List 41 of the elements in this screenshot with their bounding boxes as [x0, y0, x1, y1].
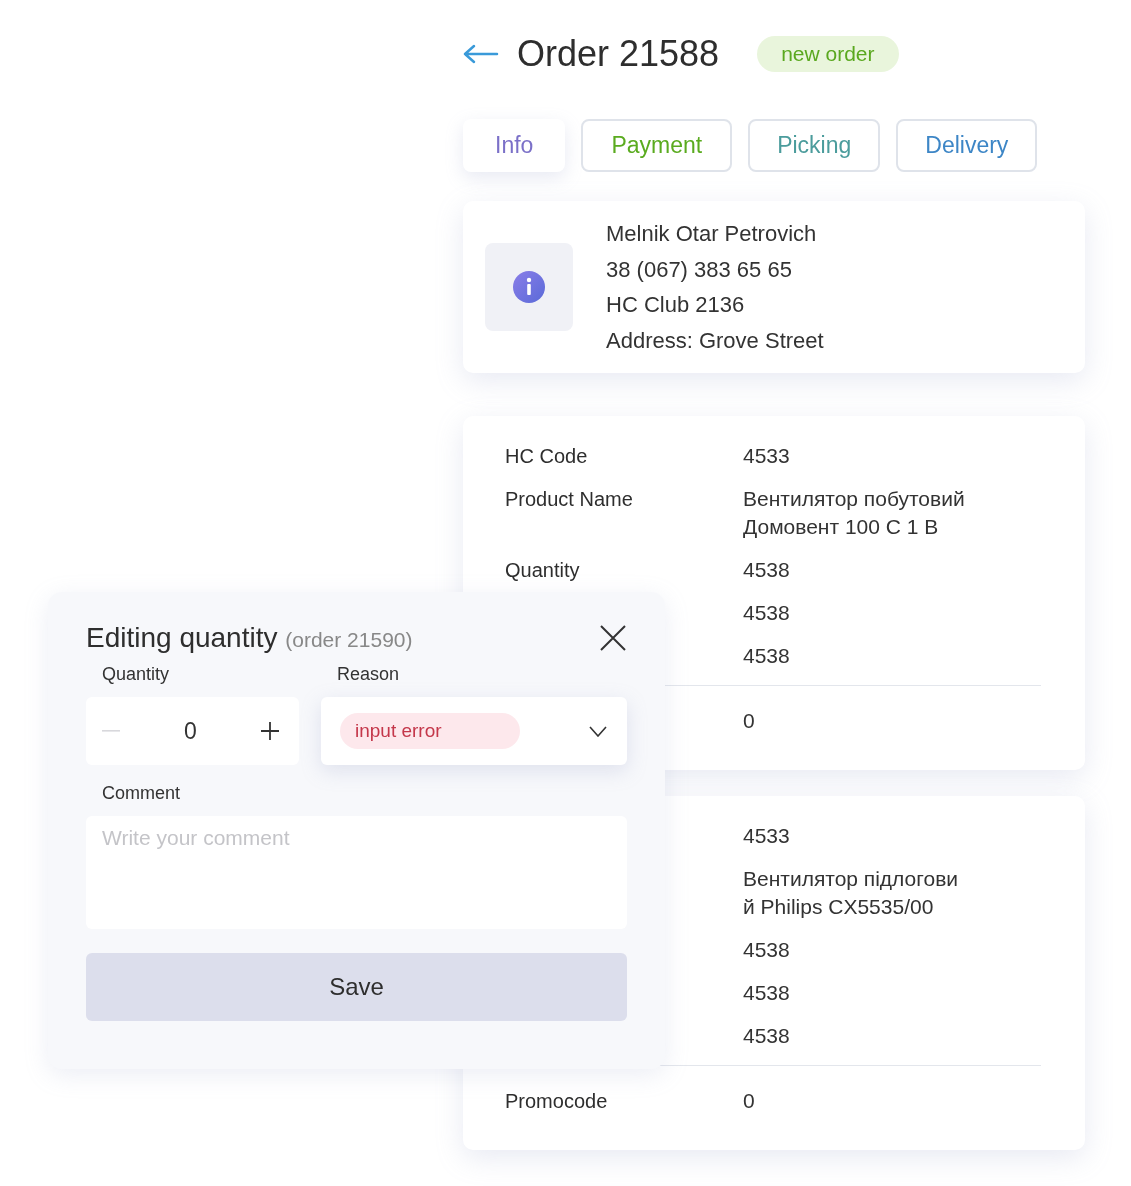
order-title: Order 21588 — [517, 33, 720, 75]
tab[interactable]: Picking — [748, 119, 881, 172]
quantity-label: Quantity — [101, 664, 171, 685]
field-value: 4538 — [743, 601, 790, 624]
field-value: 4533 — [743, 824, 790, 847]
field-label: HC Code — [505, 445, 588, 467]
quantity-value: 0 — [184, 717, 197, 745]
customer-detail: HC Club 2136 — [606, 291, 746, 319]
reason-tag: input error — [340, 713, 520, 749]
plus-icon[interactable] — [261, 722, 279, 740]
field-value: 0 — [743, 709, 755, 732]
save-button[interactable]: Save — [86, 953, 627, 1021]
field-value: 4538 — [743, 558, 790, 581]
field-label: Product Name — [505, 488, 633, 510]
field-value: 0 — [743, 1089, 755, 1112]
field-label: Quantity — [505, 559, 580, 581]
field-value: 4538 — [743, 644, 790, 667]
back-arrow-icon[interactable] — [463, 42, 499, 66]
dialog-title: Editing quantity (order 21590) — [86, 622, 413, 654]
field-value: Вентилятор підлогови й Philips CX5535/00 — [743, 867, 959, 918]
field-value: 4538 — [743, 981, 790, 1004]
tab[interactable]: Delivery — [896, 119, 1038, 172]
field-value: 4538 — [743, 938, 790, 961]
customer-detail: Address: Grove Street — [606, 326, 824, 355]
reason-label: Reason — [336, 664, 401, 685]
comment-label: Comment — [101, 783, 182, 804]
field-value: 4533 — [743, 444, 790, 467]
comment-field[interactable]: Write your comment — [86, 816, 627, 929]
status-badge: new order — [757, 36, 899, 72]
reason-dropdown[interactable]: input error — [321, 697, 627, 765]
field-value: 4538 — [743, 1024, 790, 1047]
field-value: Вентилятор побутовий Домовент 100 С 1 В — [743, 487, 965, 538]
tab[interactable]: Info — [463, 119, 566, 172]
customer-detail: Melnik Otar Petrovich — [606, 220, 818, 248]
info-icon — [513, 271, 545, 303]
quantity-stepper[interactable]: 0 — [86, 697, 299, 765]
customer-detail: 38 (067) 383 65 65 — [606, 255, 793, 284]
tab[interactable]: Payment — [581, 119, 733, 172]
close-icon[interactable] — [599, 624, 627, 652]
chevron-down-icon — [589, 725, 607, 737]
field-label: Promocode — [505, 1090, 608, 1112]
